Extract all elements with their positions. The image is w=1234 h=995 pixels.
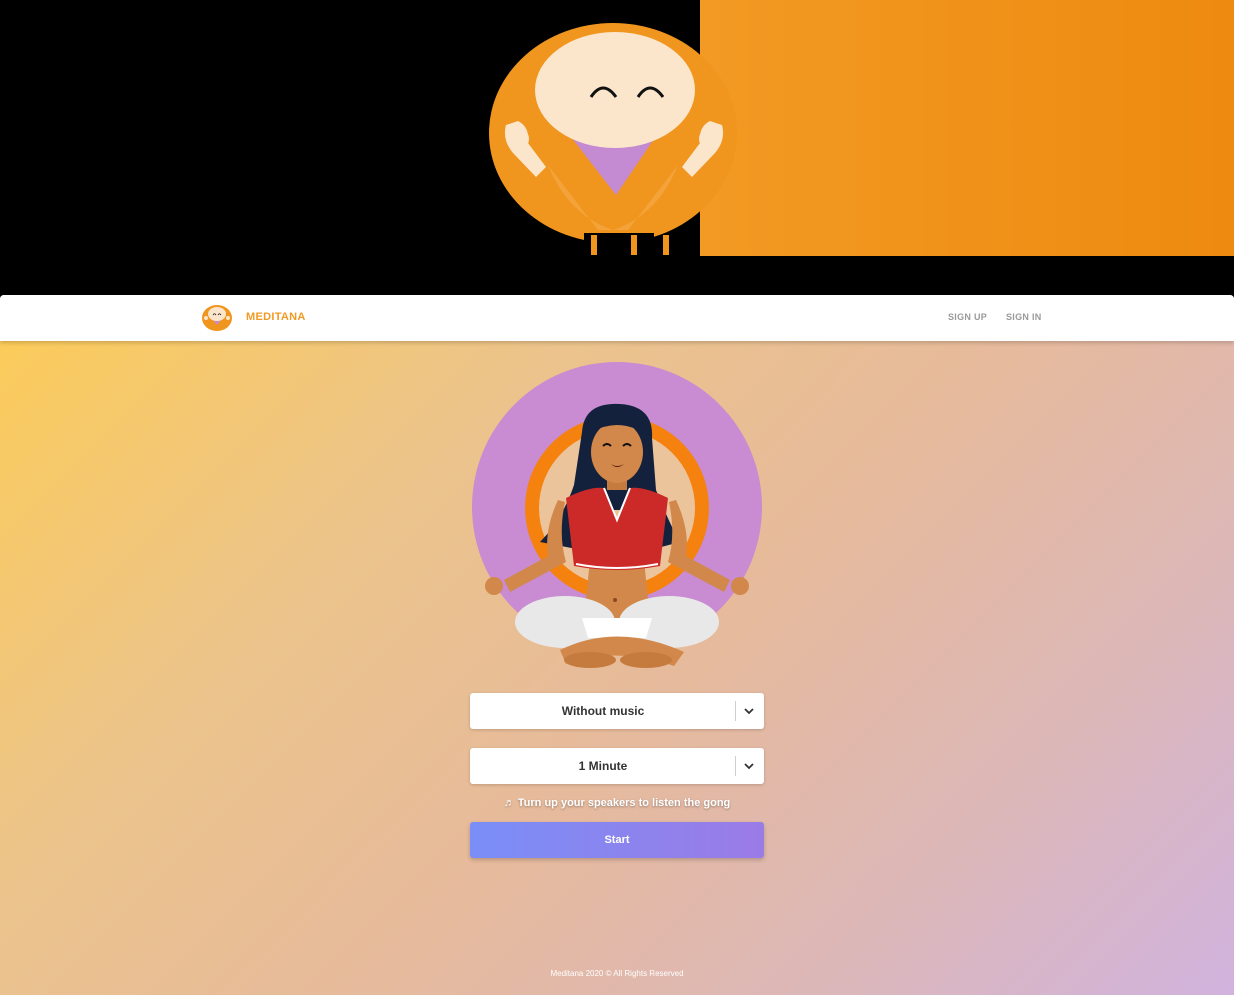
duration-select[interactable]: 1 Minute xyxy=(470,748,764,784)
meditating-monk-logo xyxy=(489,23,737,257)
music-select-value: Without music xyxy=(561,704,645,718)
footer-copyright: Meditana 2020 © All Rights Reserved xyxy=(550,969,684,978)
speaker-hint-text: ♬ Turn up your speakers to listen the go… xyxy=(503,797,731,809)
sign-in-link[interactable]: SIGN IN xyxy=(1006,312,1042,322)
app-window: MEDITANA SIGN UP SIGN IN Without music 1… xyxy=(0,295,1234,995)
sign-up-link[interactable]: SIGN UP xyxy=(948,312,987,322)
brand-logo-icon[interactable] xyxy=(202,304,232,332)
brand-name[interactable]: MEDITANA xyxy=(246,311,306,323)
chevron-down-icon[interactable] xyxy=(743,760,755,772)
duration-select-value: 1 Minute xyxy=(578,759,628,773)
chevron-down-icon[interactable] xyxy=(743,705,755,717)
start-button[interactable]: Start xyxy=(470,822,764,858)
navbar: MEDITANA SIGN UP SIGN IN xyxy=(0,295,1234,341)
music-select[interactable]: Without music xyxy=(470,693,764,729)
select-divider xyxy=(735,701,736,721)
select-divider xyxy=(735,756,736,776)
meditating-woman-illustration xyxy=(472,362,762,668)
